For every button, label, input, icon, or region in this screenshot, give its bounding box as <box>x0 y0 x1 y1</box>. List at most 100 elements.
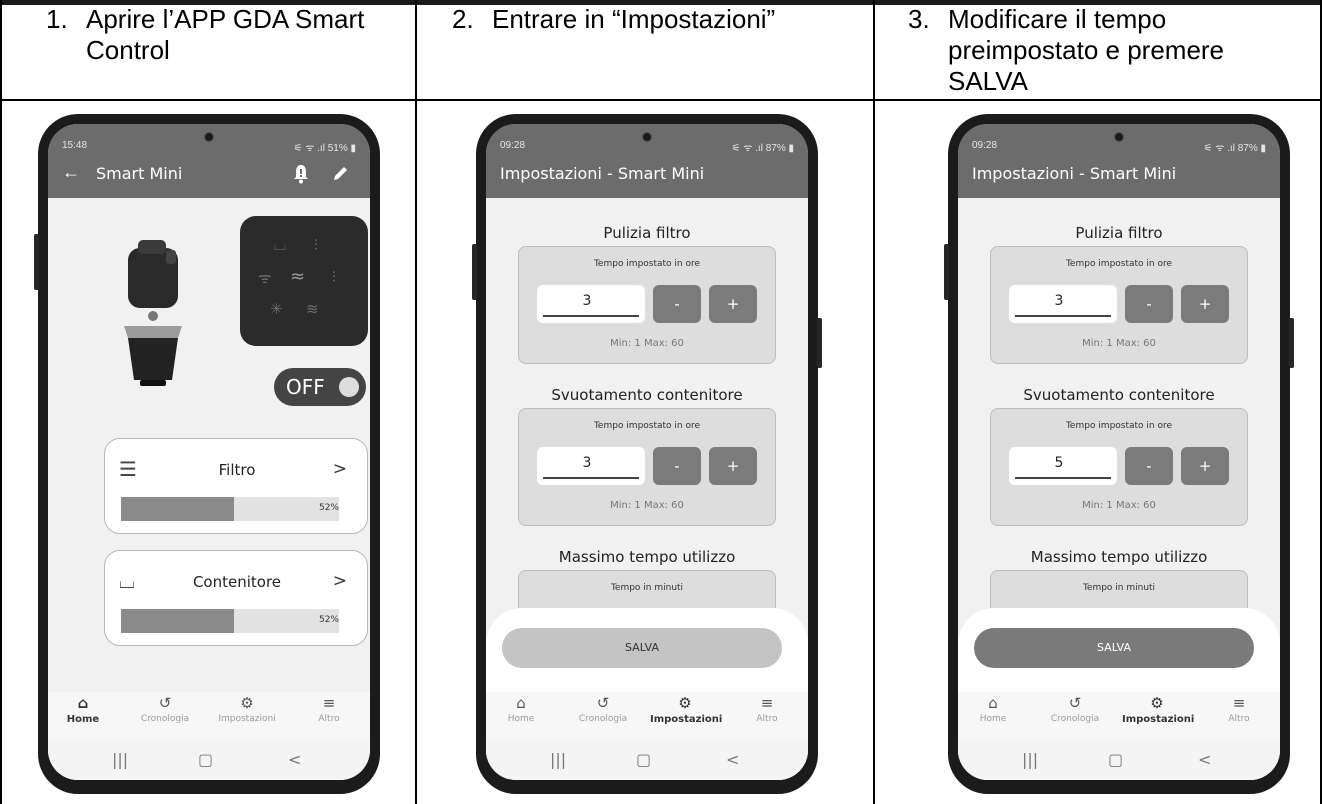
gear-icon: ⚙ <box>1150 694 1164 712</box>
nav-history[interactable]: ↺ Cronologia <box>1040 694 1110 724</box>
airflow-high-icon: ⫶ <box>332 268 336 286</box>
phone-home: 15:48 ⚟ ᯤ .ıl 51% ▮ ← Smart Mini ⌴ ⫶ ᯤ ≈… <box>34 114 380 794</box>
menu-icon: ≡ <box>322 694 336 712</box>
range-hint: Min: 1 Max: 60 <box>1082 338 1156 349</box>
container-icon: ⌴ <box>274 236 287 254</box>
system-nav-bar: ||| ▢ < <box>958 740 1280 780</box>
card-label: Filtro <box>218 461 256 479</box>
section-title: Svuotamento contenitore <box>1023 386 1215 404</box>
phone-screen: 09:28 ⚟ ᯤ .ıl 87% ▮ Impostazioni - Smart… <box>486 124 808 780</box>
input-underline <box>1015 315 1111 317</box>
menu-icon: ≡ <box>760 694 774 712</box>
hours-input[interactable]: 5 <box>1009 447 1117 485</box>
edit-pencil-icon[interactable] <box>332 164 350 182</box>
heat-icon: ≋ <box>306 300 319 318</box>
column-divider-1 <box>415 0 417 804</box>
step-text: Aprire l’APP GDA Smart Control <box>86 4 364 66</box>
app-title: Impostazioni - Smart Mini <box>972 164 1177 183</box>
home-circle-icon[interactable]: ▢ <box>198 750 213 769</box>
step-line: Modificare il tempo <box>948 4 1167 34</box>
nav-more[interactable]: ≡ Altro <box>1204 694 1274 724</box>
volume-button <box>944 244 949 300</box>
nav-home[interactable]: ⌂ Home <box>958 694 1028 724</box>
fan-icon: ✳ <box>270 300 283 318</box>
input-value: 3 <box>1054 293 1064 309</box>
nav-history[interactable]: ↺ Cronologia <box>130 694 200 724</box>
status-icons: ⚟ ᯤ .ıl 87% ▮ <box>1203 143 1266 154</box>
nav-label: Altro <box>318 714 340 724</box>
hours-input[interactable]: 3 <box>1009 285 1117 323</box>
nav-label: Impostazioni <box>1122 714 1195 725</box>
hours-input[interactable]: 3 <box>537 447 645 485</box>
camera-icon <box>642 132 652 142</box>
nav-more[interactable]: ≡ Altro <box>294 694 364 724</box>
hours-input[interactable]: 3 <box>537 285 645 323</box>
plus-button[interactable]: + <box>709 285 757 323</box>
container-emptying-box: Tempo impostato in ore 5 - + Min: 1 Max:… <box>990 408 1248 526</box>
back-icon[interactable]: < <box>1198 750 1211 769</box>
filter-card[interactable]: ☰ Filtro > 52% <box>104 438 368 534</box>
wifi-icon: ᯤ <box>258 269 272 287</box>
nav-settings[interactable]: ⚙ Impostazioni <box>212 694 282 724</box>
step-line: Entrare in “Impostazioni” <box>492 4 776 34</box>
back-icon[interactable]: < <box>726 750 739 769</box>
step-line: Aprire l’APP GDA Smart <box>86 4 365 34</box>
gear-icon: ⚙ <box>678 694 692 712</box>
nav-label: Cronologia <box>578 714 628 724</box>
home-circle-icon[interactable]: ▢ <box>1108 750 1123 769</box>
save-button[interactable]: SALVA <box>974 628 1254 668</box>
box-caption: Tempo in minuti <box>610 583 684 593</box>
column-divider-2 <box>873 0 875 804</box>
bottom-nav: ⌂ Home ↺ Cronologia ⚙ Impostazioni ≡ Altro <box>958 692 1280 740</box>
input-value: 3 <box>582 293 592 309</box>
bell-icon[interactable] <box>292 164 310 184</box>
input-value: 5 <box>1054 455 1064 471</box>
section-title: Massimo tempo utilizzo <box>1030 548 1208 566</box>
nav-settings[interactable]: ⚙ Impostazioni <box>650 694 723 725</box>
phone-settings-after: 09:28 ⚟ ᯤ .ıl 87% ▮ Impostazioni - Smart… <box>944 114 1294 794</box>
plus-button[interactable]: + <box>1181 285 1229 323</box>
section-title: Massimo tempo utilizzo <box>558 548 736 566</box>
nav-label: Impostazioni <box>218 714 276 724</box>
filter-cleaning-box: Tempo impostato in ore 3 - + Min: 1 Max:… <box>990 246 1248 364</box>
menu-icon: ≡ <box>1232 694 1246 712</box>
nav-more[interactable]: ≡ Altro <box>732 694 802 724</box>
minus-button[interactable]: - <box>1125 285 1173 323</box>
range-hint: Min: 1 Max: 60 <box>610 500 684 511</box>
recents-icon[interactable]: ||| <box>1022 750 1038 769</box>
step-line: preimpostato e premere <box>948 35 1225 65</box>
nav-label: Home <box>979 714 1007 724</box>
power-toggle[interactable]: OFF <box>274 368 366 406</box>
recents-icon[interactable]: ||| <box>550 750 566 769</box>
nav-label: Impostazioni <box>650 714 723 725</box>
back-arrow-icon[interactable]: ← <box>62 162 80 183</box>
plus-button[interactable]: + <box>1181 447 1229 485</box>
volume-button <box>34 234 39 290</box>
recents-icon[interactable]: ||| <box>112 750 128 769</box>
box-caption: Tempo impostato in ore <box>593 421 701 431</box>
minus-button[interactable]: - <box>1125 447 1173 485</box>
container-card[interactable]: ⌴ Contenitore > 52% <box>104 550 368 646</box>
nav-home[interactable]: ⌂ Home <box>48 694 118 725</box>
minus-button[interactable]: - <box>653 285 701 323</box>
home-circle-icon[interactable]: ▢ <box>636 750 651 769</box>
nav-settings[interactable]: ⚙ Impostazioni <box>1122 694 1195 725</box>
minus-button[interactable]: - <box>653 447 701 485</box>
plus-button[interactable]: + <box>709 447 757 485</box>
save-button[interactable]: SALVA <box>502 628 782 668</box>
nav-home[interactable]: ⌂ Home <box>486 694 556 724</box>
volume-button <box>472 244 477 300</box>
gear-icon: ⚙ <box>240 694 254 712</box>
filter-icon: ⫶ <box>314 236 318 254</box>
history-icon: ↺ <box>158 694 172 712</box>
back-icon[interactable]: < <box>288 750 301 769</box>
container-emptying-box: Tempo impostato in ore 3 - + Min: 1 Max:… <box>518 408 776 526</box>
input-underline <box>543 315 639 317</box>
section-title: Svuotamento contenitore <box>551 386 743 404</box>
box-caption: Tempo impostato in ore <box>1065 421 1173 431</box>
nav-label: Cronologia <box>140 714 190 724</box>
progress-fill <box>121 497 235 521</box>
status-icons: ⚟ ᯤ .ıl 51% ▮ <box>293 143 356 154</box>
nav-history[interactable]: ↺ Cronologia <box>568 694 638 724</box>
airflow-icon: ≈ <box>290 266 306 287</box>
